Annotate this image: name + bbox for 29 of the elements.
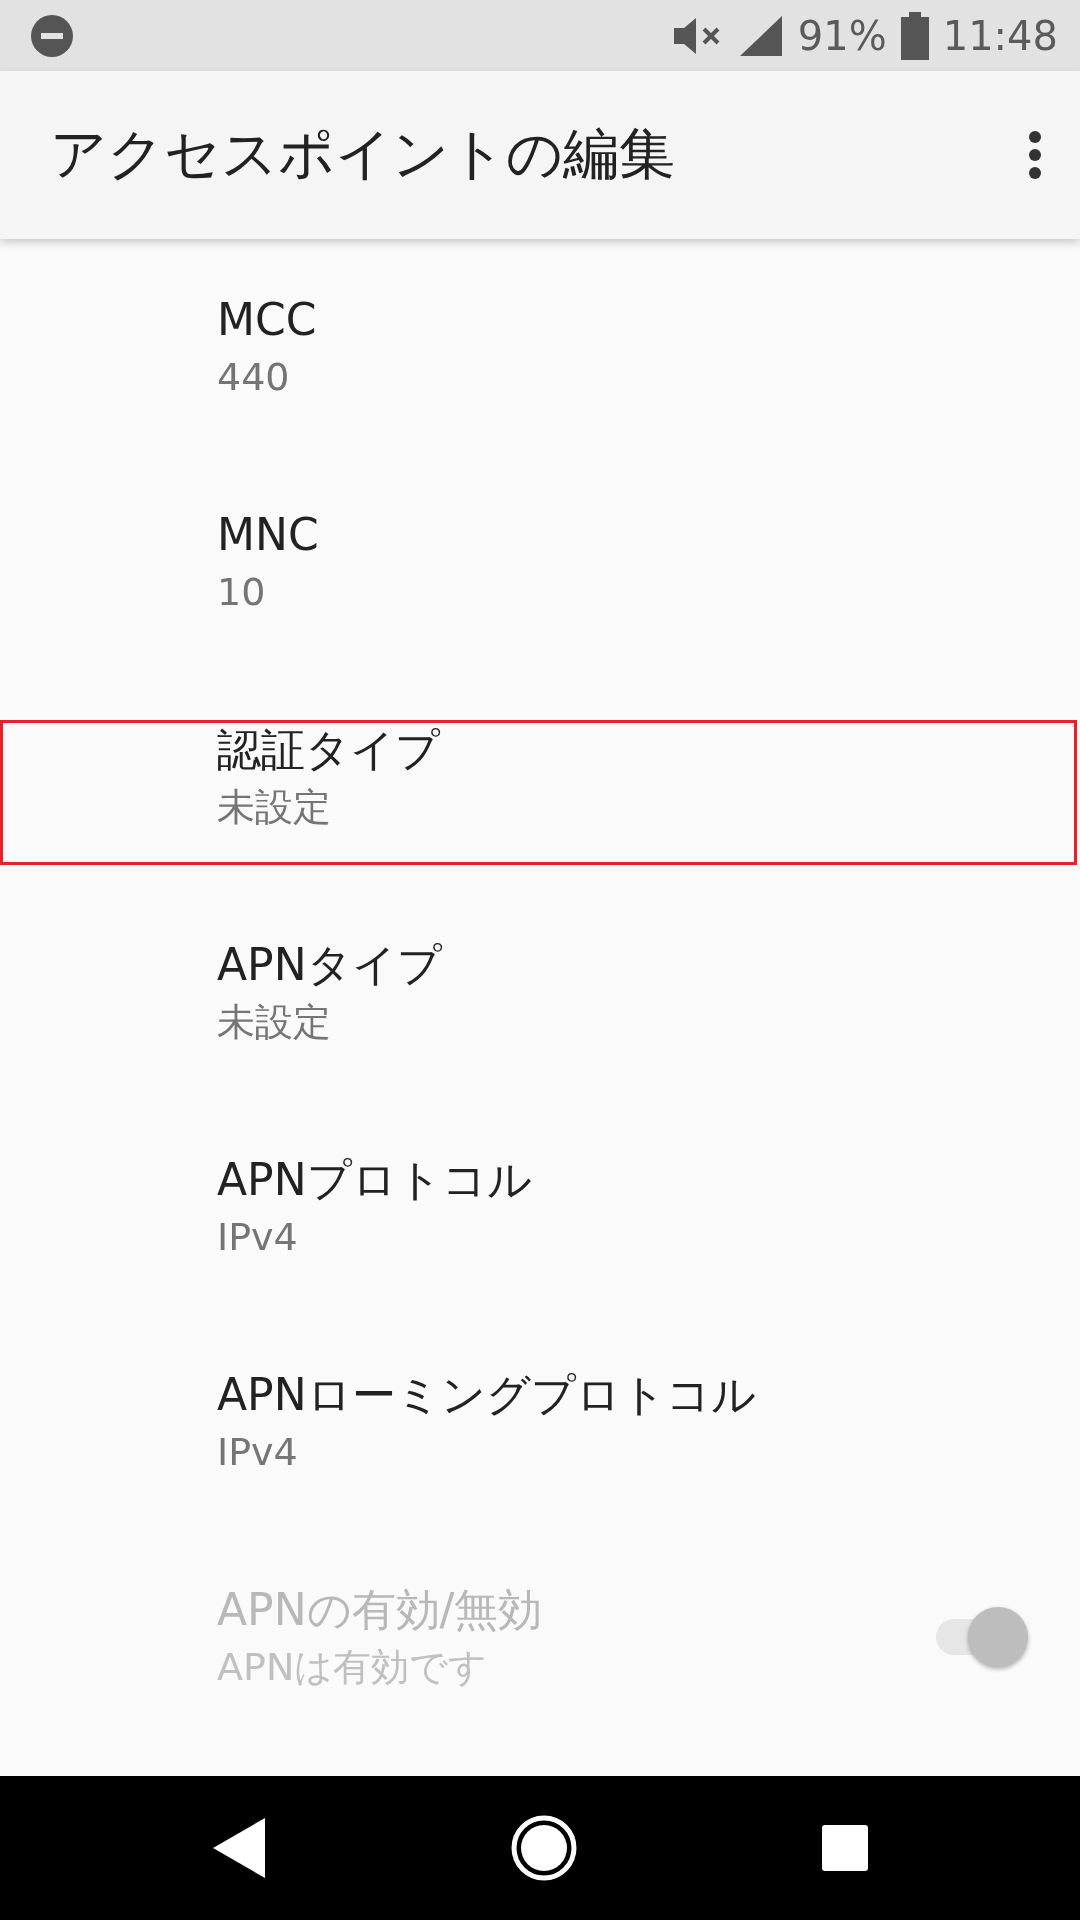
battery-percent: 91%	[797, 12, 887, 59]
setting-title: MCC	[217, 292, 318, 347]
setting-value: IPv4	[217, 1428, 299, 1476]
setting-title: APNタイプ	[217, 937, 443, 992]
setting-title: APNの有効/無効	[217, 1582, 544, 1637]
screen-title: アクセスポイントの編集	[50, 120, 676, 188]
setting-item[interactable]: APNプロトコル IPv4	[0, 1099, 1080, 1314]
do-not-disturb-icon	[30, 13, 74, 58]
battery-icon	[900, 11, 929, 60]
home-button[interactable]	[510, 1814, 578, 1882]
setting-value: 10	[217, 568, 267, 616]
setting-title: MNC	[217, 507, 320, 562]
setting-item[interactable]: 認証タイプ 未設定	[0, 669, 1080, 884]
more-icon	[1028, 130, 1042, 180]
setting-value: 未設定	[217, 998, 332, 1046]
setting-item[interactable]: APNローミングプロトコル IPv4	[0, 1314, 1080, 1529]
setting-title: APNローミングプロトコル	[217, 1367, 757, 1422]
setting-item[interactable]: MNC 10	[0, 454, 1080, 669]
setting-value: IPv4	[217, 1213, 299, 1261]
clock: 11:48	[942, 12, 1058, 59]
setting-value: 未設定	[217, 783, 332, 831]
setting-item[interactable]: MCC 440	[0, 239, 1080, 454]
setting-title: 認証タイプ	[217, 722, 441, 777]
setting-item[interactable]: APNタイプ 未設定	[0, 884, 1080, 1099]
setting-value: 440	[217, 353, 291, 401]
recents-button[interactable]	[820, 1824, 869, 1872]
setting-title: APNプロトコル	[217, 1152, 533, 1207]
setting-value: APNは有効です	[217, 1643, 489, 1691]
back-button[interactable]	[211, 1816, 268, 1880]
